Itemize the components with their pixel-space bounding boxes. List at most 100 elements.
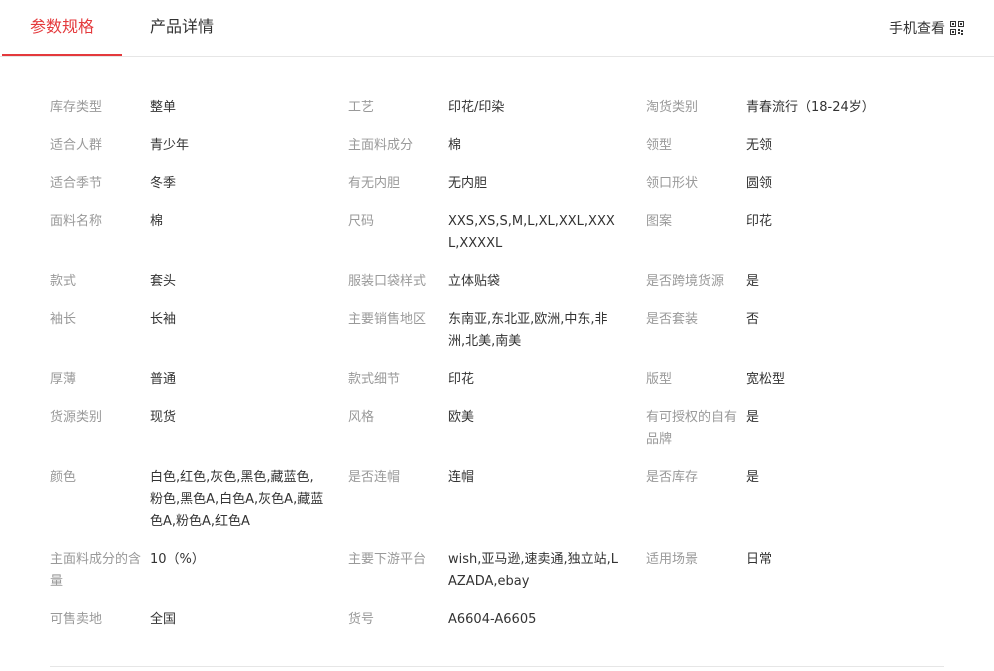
spec-item: 服装口袋样式 立体贴袋 (348, 271, 646, 293)
spec-item: 淘货类别 青春流行（18-24岁） (646, 97, 944, 119)
spec-value: 圆领 (746, 176, 773, 191)
product-info-panel: 参数规格 产品详情 手机查看 库存类型 整单 工艺 印花/印染 淘货类别 青春流行（18-… (0, 0, 994, 671)
spec-value: 宽松型 (746, 372, 786, 387)
spec-value: 冬季 (150, 176, 177, 191)
spec-label: 库存类型 (50, 100, 103, 115)
spec-label: 面料名称 (50, 214, 103, 229)
spec-value: 棉 (448, 138, 462, 153)
spec-value: 欧美 (448, 410, 475, 425)
spec-item: 有可授权的自有品牌是 (646, 407, 944, 451)
spec-label: 厚薄 (50, 372, 77, 387)
spec-value: wish,亚马逊,速卖通,独立站,LAZADA,ebay (448, 552, 619, 589)
spec-value: 棉 (150, 214, 164, 229)
spec-value: 印花 (448, 372, 475, 387)
spec-item: 库存类型 整单 (50, 97, 348, 119)
spec-item: 工艺 印花/印染 (348, 97, 646, 119)
spec-row: 主面料成分的含量 10（%） 主要下游平台 wish,亚马逊,速卖通,独立站,LAZA… (50, 549, 944, 593)
spec-value: 白色,红色,灰色,黑色,藏蓝色,粉色,黑色A,白色A,灰色A,藏蓝色A,粉色A,… (150, 470, 324, 529)
spec-label: 是否套装 (646, 312, 699, 327)
spec-label: 有无内胆 (348, 176, 401, 191)
tab-product-details[interactable]: 产品详情 (132, 0, 232, 56)
spec-label: 适合人群 (50, 138, 103, 153)
spec-item: 适合季节 冬季 (50, 173, 348, 195)
spec-item: 主要下游平台 wish,亚马逊,速卖通,独立站,LAZADA,ebay (348, 549, 646, 593)
spec-value: 现货 (150, 410, 177, 425)
mobile-view-label: 手机查看 (889, 21, 945, 37)
mobile-view-button[interactable]: 手机查看 (889, 17, 964, 39)
spec-item: 图案 印花 (646, 211, 944, 255)
spec-label: 主面料成分 (348, 138, 414, 153)
spec-label: 风格 (348, 410, 375, 425)
spec-value: A6604-A6605 (448, 612, 537, 627)
spec-label: 适合季节 (50, 176, 103, 191)
spec-value: 无领 (746, 138, 773, 153)
bottom-divider (50, 666, 944, 667)
spec-table: 库存类型 整单 工艺 印花/印染 淘货类别 青春流行（18-24岁） 适合人群 青少年 主面料成… (50, 97, 944, 647)
spec-label: 图案 (646, 214, 673, 229)
spec-item: 主面料成分的含量 10（%） (50, 549, 348, 593)
spec-label: 尺码 (348, 214, 375, 229)
spec-value: 是 (746, 410, 760, 425)
spec-value: 日常 (746, 552, 773, 567)
spec-row: 可售卖地 全国 货号 A6604-A6605 (50, 609, 944, 631)
spec-label: 是否库存 (646, 470, 699, 485)
spec-value: 连帽 (448, 470, 475, 485)
spec-item: 适用场景 日常 (646, 549, 944, 593)
spec-item: 是否跨境货源 是 (646, 271, 944, 293)
spec-item: 版型 宽松型 (646, 369, 944, 391)
tab-specs[interactable]: 参数规格 (2, 0, 122, 56)
spec-row: 适合季节 冬季 有无内胆 无内胆 领口形状 圆领 (50, 173, 944, 195)
spec-item: 袖长 长袖 (50, 309, 348, 353)
spec-item: 领口形状 圆领 (646, 173, 944, 195)
spec-item: 款式细节 印花 (348, 369, 646, 391)
spec-label: 有可授权的自有品牌 (646, 410, 738, 447)
spec-item: 面料名称 棉 (50, 211, 348, 255)
spec-value: 是 (746, 470, 760, 485)
spec-label: 是否跨境货源 (646, 274, 725, 289)
spec-item: 货源类别 现货 (50, 407, 348, 451)
spec-value: 是 (746, 274, 760, 289)
spec-row: 款式 套头 服装口袋样式 立体贴袋 是否跨境货源 是 (50, 271, 944, 293)
spec-row: 适合人群 青少年 主面料成分 棉 领型 无领 (50, 135, 944, 157)
spec-row: 面料名称 棉 尺码 XXS,XS,S,M,L,XL,XXL,XXXL,XXXXL 图案 印… (50, 211, 944, 255)
spec-value: 整单 (150, 100, 177, 115)
spec-label: 领型 (646, 138, 673, 153)
qr-code-icon (950, 21, 964, 35)
spec-item: 货号 A6604-A6605 (348, 609, 646, 631)
spec-item: 领型 无领 (646, 135, 944, 157)
spec-row: 颜色 白色,红色,灰色,黑色,藏蓝色,粉色,黑色A,白色A,灰色A,藏蓝色A,粉色… (50, 467, 944, 533)
spec-value: 立体贴袋 (448, 274, 501, 289)
spec-row: 袖长 长袖 主要销售地区 东南亚,东北亚,欧洲,中东,非洲,北美,南美 是否套装 否 (50, 309, 944, 353)
spec-item: 可售卖地 全国 (50, 609, 348, 631)
spec-value: 无内胆 (448, 176, 488, 191)
spec-value: 长袖 (150, 312, 177, 327)
spec-value: 东南亚,东北亚,欧洲,中东,非洲,北美,南美 (448, 312, 608, 349)
spec-value: 全国 (150, 612, 177, 627)
spec-label: 可售卖地 (50, 612, 103, 627)
spec-item: 款式 套头 (50, 271, 348, 293)
spec-label: 货源类别 (50, 410, 103, 425)
spec-label: 工艺 (348, 100, 375, 115)
spec-label: 淘货类别 (646, 100, 699, 115)
spec-item: 适合人群 青少年 (50, 135, 348, 157)
spec-label: 颜色 (50, 470, 77, 485)
spec-label: 主面料成分的含量 (50, 552, 142, 589)
spec-value: 普通 (150, 372, 177, 387)
spec-item: 主要销售地区 东南亚,东北亚,欧洲,中东,非洲,北美,南美 (348, 309, 646, 353)
spec-item: 主面料成分 棉 (348, 135, 646, 157)
spec-value: 青少年 (150, 138, 190, 153)
spec-item: 风格 欧美 (348, 407, 646, 451)
spec-label: 是否连帽 (348, 470, 401, 485)
spec-value: 印花 (746, 214, 773, 229)
spec-value: 印花/印染 (448, 100, 505, 115)
spec-label: 款式细节 (348, 372, 401, 387)
spec-row: 货源类别 现货 风格 欧美 有可授权的自有品牌是 (50, 407, 944, 451)
spec-label: 主要下游平台 (348, 552, 427, 567)
spec-row: 库存类型 整单 工艺 印花/印染 淘货类别 青春流行（18-24岁） (50, 97, 944, 119)
spec-value: 10（%） (150, 552, 205, 567)
tab-bar: 参数规格 产品详情 手机查看 (0, 0, 994, 57)
spec-item: 是否套装 否 (646, 309, 944, 353)
spec-label: 领口形状 (646, 176, 699, 191)
spec-label: 适用场景 (646, 552, 699, 567)
spec-item: 厚薄 普通 (50, 369, 348, 391)
